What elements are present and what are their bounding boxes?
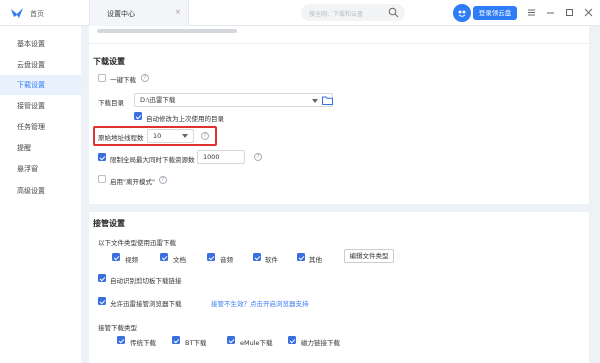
type-document-checkbox[interactable] [160,253,168,261]
download-dir-value: D:\迅雷下载 [140,96,176,104]
chevron-down-icon[interactable] [182,134,188,138]
help-icon[interactable]: ? [201,132,209,140]
search-input[interactable]: 搜全网、下载和云盘 [301,4,405,21]
file-types-label: 以下文件类型使用迅雷下载 [98,239,176,247]
dl-traditional-label: 传统下载 [130,339,156,347]
avatar[interactable] [453,4,471,22]
top-bar: 首页 设置中心 × 搜全网、下载和云盘 登录领云盘 [0,0,600,26]
download-dir-label: 下载目录 [98,99,124,107]
one-click-download-label: 一键下载 [110,76,136,84]
browser-support-link[interactable]: 接管不生效？点击开启浏览器支持 [211,298,309,308]
sidebar-item-float-window[interactable]: 悬浮窗 [0,159,81,179]
type-software-label: 软件 [265,256,278,264]
limit-tasks-value: 1000 [203,153,220,161]
sidebar-item-basic[interactable]: 基本设置 [0,34,81,54]
type-audio-checkbox[interactable] [207,253,215,261]
chevron-down-icon[interactable] [312,99,318,103]
maximize-icon[interactable] [564,7,575,18]
type-software-checkbox[interactable] [253,253,261,261]
auto-modify-dir-checkbox[interactable] [134,112,142,120]
auto-modify-dir-label: 自动修改为上次使用的目录 [146,115,224,123]
settings-sidebar: 基本设置 云盘设置 下载设置 接管设置 任务管理 提醒 悬浮窗 高级设置 [0,26,81,363]
sidebar-item-cloud[interactable]: 云盘设置 [0,55,81,75]
limit-tasks-input[interactable]: 1000 [197,150,245,164]
dl-bt-checkbox[interactable] [172,336,180,344]
type-document-label: 文档 [173,256,186,264]
type-video-label: 视频 [125,256,138,264]
dl-magnet-label: 磁力链接下载 [301,339,340,347]
sidebar-item-takeover[interactable]: 接管设置 [0,96,81,116]
tab-label: 设置中心 [107,10,135,18]
one-click-download-checkbox[interactable] [98,74,106,82]
dl-bt-label: BT下载 [185,339,207,347]
type-other-label: 其他 [309,256,322,264]
tab-settings-center[interactable]: 设置中心 × [89,0,189,26]
minimize-icon[interactable] [545,7,556,18]
takeover-section-title: 接管设置 [93,219,125,228]
sidebar-item-download[interactable]: 下载设置 [0,75,81,95]
limit-tasks-label: 限制全局最大同时下载资源数 [110,156,195,164]
folder-icon[interactable] [322,96,333,105]
sidebar-item-advanced[interactable]: 高级设置 [0,181,81,201]
close-icon[interactable] [583,7,594,18]
clipboard-checkbox[interactable] [98,274,106,282]
dl-emule-label: eMule下载 [240,339,273,347]
dl-magnet-checkbox[interactable] [288,336,296,344]
limit-tasks-checkbox[interactable] [98,153,106,161]
help-icon[interactable]: ? [141,74,149,82]
download-dir-select[interactable]: D:\迅雷下载 [134,93,333,107]
offline-mode-label: 启用"离开模式" [110,178,155,186]
threads-value: 10 [153,132,162,140]
help-icon[interactable]: ? [254,153,262,161]
dl-emule-checkbox[interactable] [227,336,235,344]
cutoff-text [97,29,237,33]
mascot-icon [458,10,466,17]
download-types-label: 接管下载类型 [98,324,137,332]
offline-mode-checkbox[interactable] [98,175,106,183]
threads-label: 原始地址线程数 [98,134,144,142]
browser-takeover-label: 允许迅雷接管浏览器下载 [110,300,182,308]
search-placeholder: 搜全网、下载和云盘 [309,11,364,18]
menu-icon[interactable] [526,7,537,18]
login-button[interactable]: 登录领云盘 [473,6,517,20]
dl-traditional-checkbox[interactable] [117,336,125,344]
clipboard-label: 自动识别剪切板下载链接 [110,277,182,285]
previous-section-cutoff [89,26,589,44]
sidebar-item-reminder[interactable]: 提醒 [0,138,81,158]
download-section-title: 下载设置 [93,57,125,66]
type-other-checkbox[interactable] [297,253,305,261]
edit-file-types-button[interactable]: 编辑文件类型 [344,249,394,263]
type-audio-label: 音频 [220,256,233,264]
sidebar-item-tasks[interactable]: 任务管理 [0,117,81,137]
xunlei-logo-icon [11,8,23,18]
type-video-checkbox[interactable] [112,253,120,261]
browser-takeover-checkbox[interactable] [98,297,106,305]
help-icon[interactable]: ? [159,176,167,184]
home-tab[interactable]: 首页 [30,9,44,19]
tab-close-icon[interactable]: × [175,8,181,16]
search-icon[interactable] [388,7,399,18]
